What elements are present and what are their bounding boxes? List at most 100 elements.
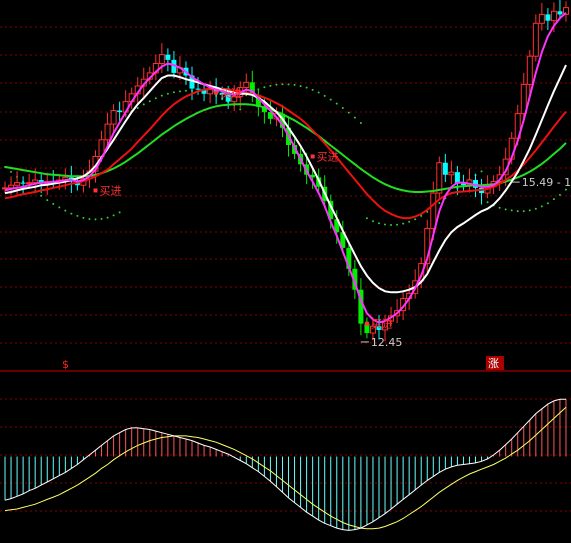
candle-body (538, 13, 545, 24)
band-dot (384, 223, 387, 226)
band-dot (142, 103, 145, 106)
candle-body (110, 110, 117, 125)
band-dot (82, 216, 85, 219)
band-dot (136, 106, 139, 109)
band-dot (323, 94, 326, 97)
band-dot (396, 223, 399, 226)
candle-body (195, 88, 201, 90)
candle-body (557, 11, 563, 15)
band-dot (329, 98, 332, 101)
band-dot (58, 206, 61, 209)
band-dot (166, 92, 169, 95)
buy-marker (364, 321, 369, 326)
band-dot (546, 202, 549, 205)
band-dot (504, 208, 507, 211)
band-dot (377, 222, 380, 225)
band-dot (70, 212, 73, 215)
band-dot (148, 100, 151, 103)
band-dot (408, 220, 411, 223)
buy-label: 买进 (99, 184, 121, 197)
band-dot (522, 210, 525, 213)
band-dot (371, 220, 374, 223)
band-dot (100, 217, 103, 220)
band-dot (293, 83, 296, 86)
candle-body (207, 89, 214, 95)
band-dot (480, 170, 483, 173)
band-dot (311, 88, 314, 91)
buy-label: 买进 (220, 87, 242, 100)
buy-marker (93, 188, 98, 193)
candle-body (2, 187, 9, 190)
band-dot (287, 83, 290, 86)
band-dot (558, 193, 561, 196)
candle-body (448, 171, 455, 176)
candle-body (158, 54, 165, 65)
candle-body (32, 179, 39, 184)
candle-body (550, 10, 557, 22)
candle-body (430, 192, 437, 230)
candle-body (526, 55, 533, 85)
band-dot (486, 201, 489, 204)
band-dot (263, 86, 266, 89)
buy-marker (310, 154, 315, 159)
band-dot (88, 218, 91, 221)
band-dot (40, 194, 43, 197)
candle-body (8, 184, 15, 189)
candle-body (436, 162, 443, 194)
price-label: 15.49 - 15.51 (522, 176, 571, 189)
band-dot (269, 84, 272, 87)
band-dot (365, 217, 368, 220)
band-dot (76, 214, 79, 217)
candle-body (442, 162, 448, 175)
band-dot (10, 170, 13, 173)
candle-body (14, 182, 21, 186)
band-dot (498, 206, 501, 209)
band-dot (281, 83, 284, 86)
rise-label: 涨 (488, 357, 499, 370)
candlesticks (2, 0, 569, 342)
band-dot (106, 216, 109, 219)
band-dot (305, 86, 308, 89)
band-dot (184, 89, 187, 92)
band-dot (552, 198, 555, 201)
band-dot (414, 218, 417, 221)
band-dot (64, 209, 67, 212)
band-dot (299, 85, 302, 88)
stock-chart: 买进买进买进买进12.4515.49 - 15.51 $ 涨 (0, 0, 571, 531)
band-dot (359, 121, 362, 124)
grid-lines (0, 26, 571, 512)
buy-label: 买进 (317, 150, 339, 163)
band-dot (154, 97, 157, 100)
band-dot (172, 91, 175, 94)
band-dot (534, 207, 537, 210)
candle-body (243, 81, 250, 89)
candle-body (20, 182, 26, 184)
band-dot (402, 222, 405, 225)
price-label: 12.45 (371, 336, 403, 349)
band-dot (94, 218, 97, 221)
band-dot (118, 211, 121, 214)
band-dot (178, 90, 181, 93)
band-dot (528, 209, 531, 212)
candle-body (104, 123, 111, 141)
band-dot (390, 224, 393, 227)
band-dot (317, 91, 320, 94)
band-dot (347, 111, 350, 114)
band-dot (46, 199, 49, 202)
band-dot (438, 202, 441, 205)
buy-label: 买进 (371, 318, 393, 331)
band-dot (160, 94, 163, 97)
price-marker: $ (62, 358, 69, 371)
band-dot (516, 210, 519, 213)
band-dot (52, 202, 55, 205)
band-dot (540, 205, 543, 208)
dotted-band (4, 83, 567, 227)
candle-body (545, 14, 551, 21)
candle-body (26, 182, 33, 185)
band-dot (510, 209, 513, 212)
band-dot (275, 83, 278, 86)
band-dot (239, 108, 242, 111)
band-dot (112, 214, 115, 217)
band-dot (353, 116, 356, 119)
band-dot (335, 102, 338, 105)
